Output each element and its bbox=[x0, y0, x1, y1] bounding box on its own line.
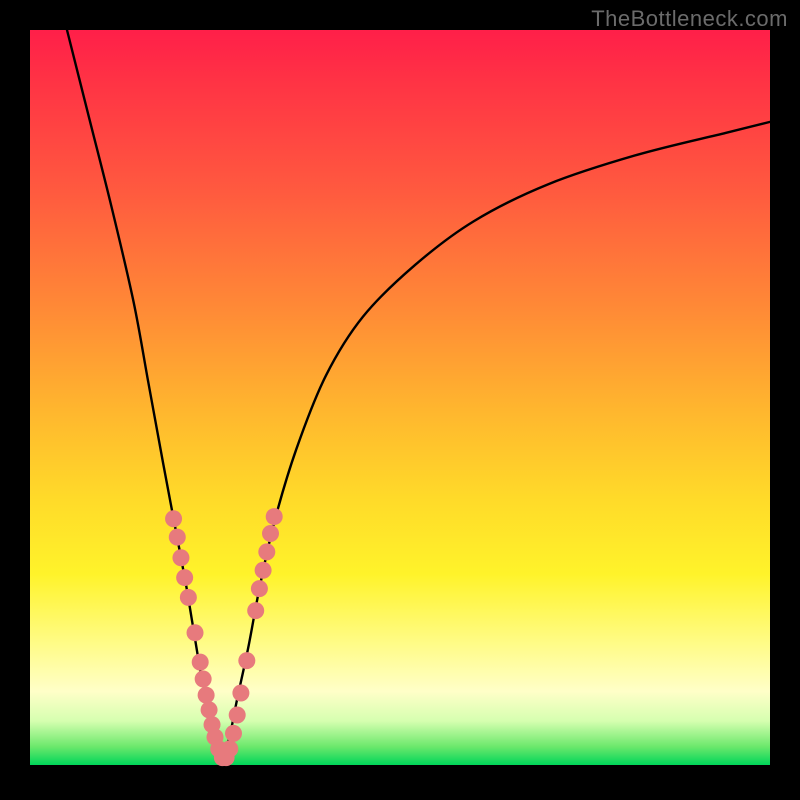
marker-dot bbox=[251, 580, 268, 597]
marker-dot bbox=[187, 624, 204, 641]
watermark-text: TheBottleneck.com bbox=[591, 6, 788, 32]
marker-dot bbox=[266, 508, 283, 525]
marker-dot bbox=[258, 543, 275, 560]
marker-dot bbox=[192, 654, 209, 671]
marker-dot bbox=[238, 652, 255, 669]
marker-dot bbox=[198, 687, 215, 704]
curve-group bbox=[67, 30, 770, 761]
chart-svg bbox=[30, 30, 770, 765]
marker-dot bbox=[180, 589, 197, 606]
marker-dot bbox=[255, 562, 272, 579]
marker-dot bbox=[165, 510, 182, 527]
curve-left-path bbox=[67, 30, 222, 761]
marker-dot bbox=[176, 569, 193, 586]
marker-dot bbox=[247, 602, 264, 619]
outer-frame: TheBottleneck.com bbox=[0, 0, 800, 800]
marker-dot bbox=[229, 707, 246, 724]
marker-dot bbox=[201, 701, 218, 718]
curve-right-path bbox=[222, 122, 770, 761]
marker-dot bbox=[169, 529, 186, 546]
marker-dot bbox=[195, 671, 212, 688]
marker-group bbox=[165, 508, 283, 766]
marker-dot bbox=[172, 549, 189, 566]
marker-dot bbox=[225, 725, 242, 742]
marker-dot bbox=[232, 684, 249, 701]
marker-dot bbox=[262, 525, 279, 542]
marker-dot bbox=[221, 740, 238, 757]
